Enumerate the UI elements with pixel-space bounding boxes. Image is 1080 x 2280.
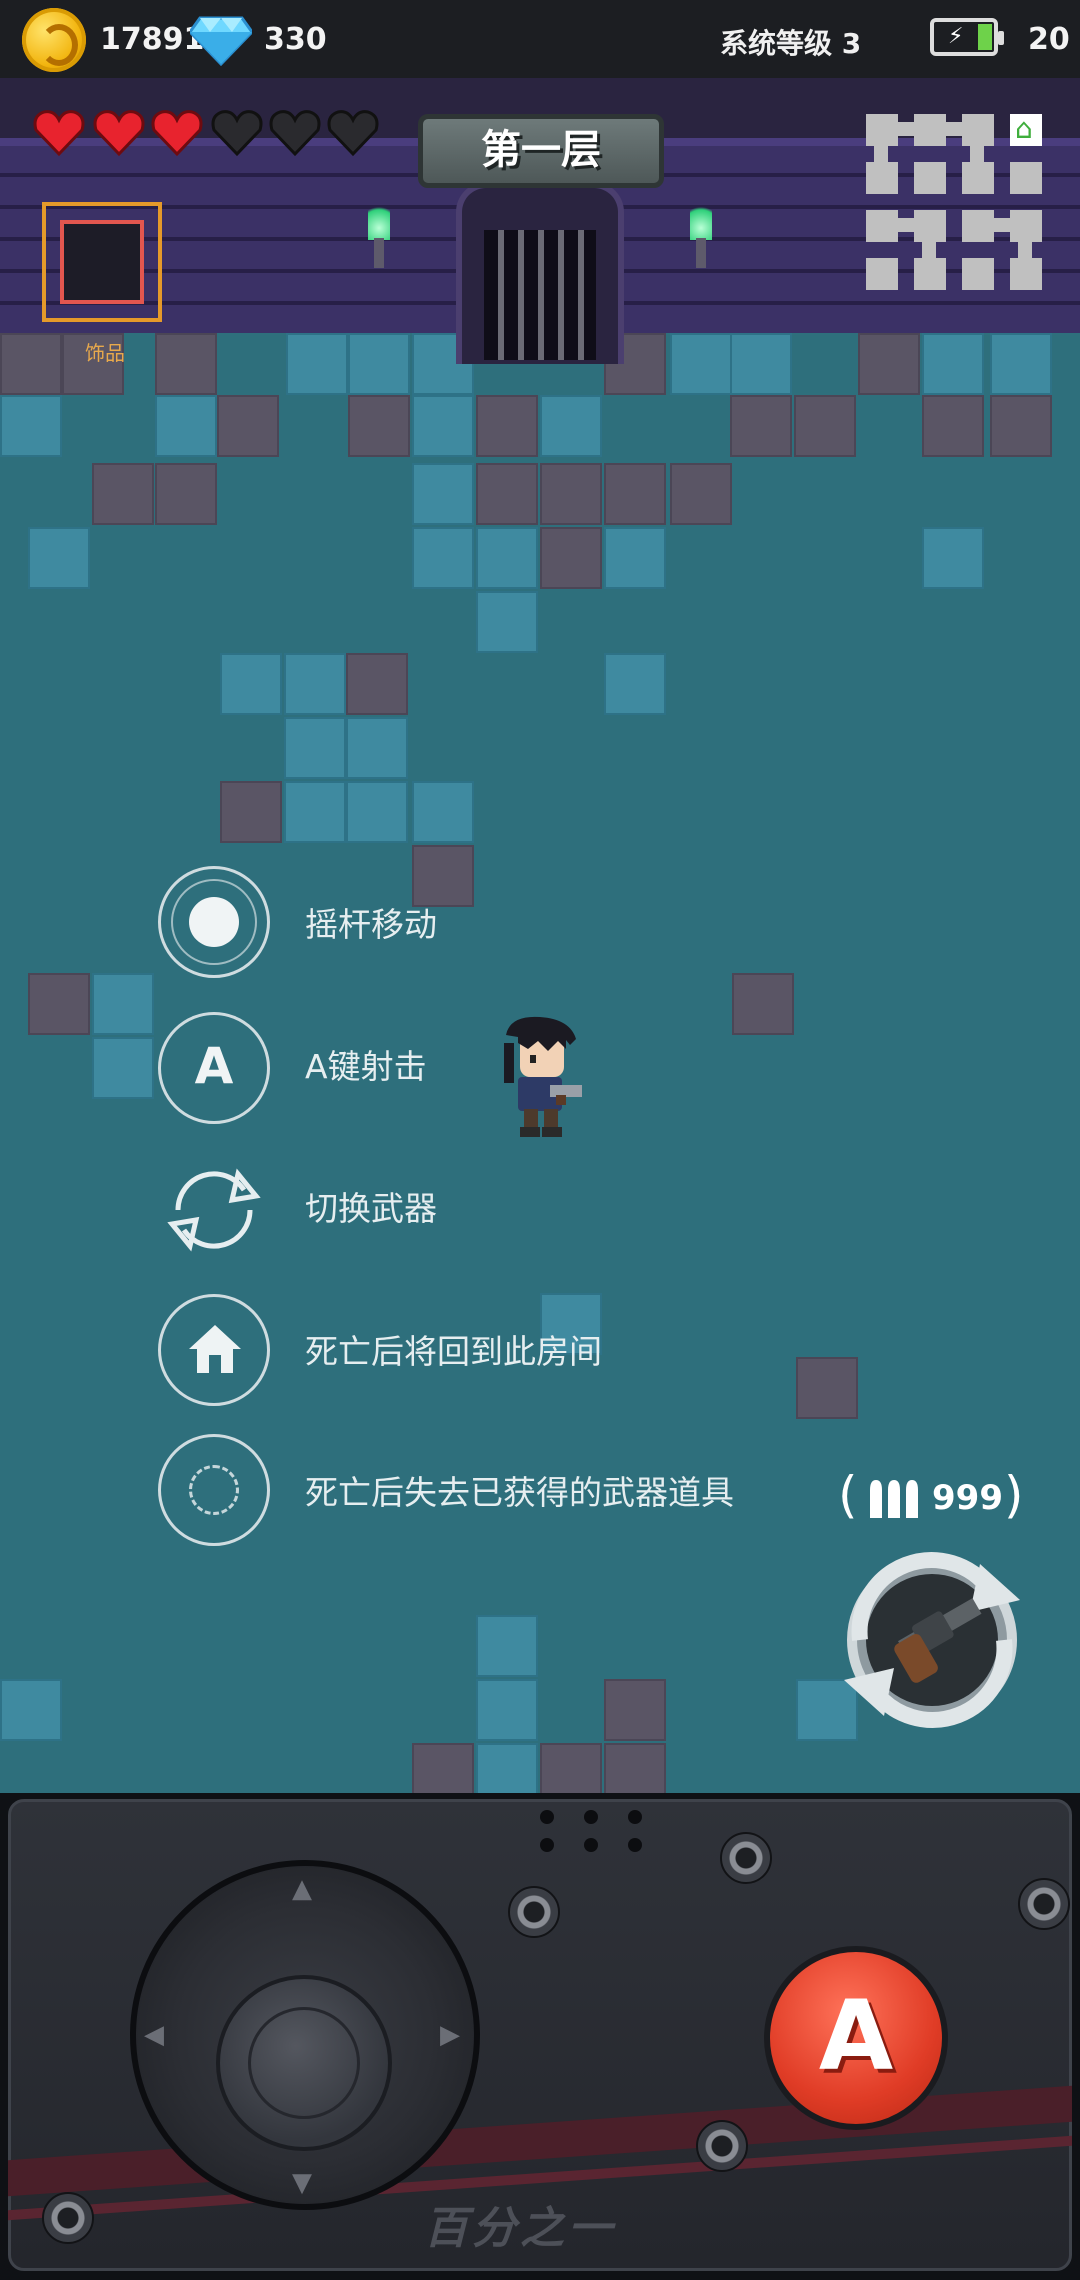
gem-count: 330 (264, 22, 327, 57)
home-room-icon (1010, 112, 1042, 146)
heart-empty-icon (211, 110, 263, 157)
a-button-hint-icon: A (158, 1012, 270, 1124)
hint-shoot-label: A键射击 (305, 1047, 427, 1086)
joystick-left-arrow-icon: ◀ (144, 2020, 164, 2050)
ammo-count: 999 (932, 1478, 1003, 1518)
minimap[interactable] (864, 112, 1044, 292)
torch-icon (364, 200, 394, 270)
player-character (504, 1016, 582, 1137)
status-bar: 17891 330 系统等级 3 ⚡ 20 (0, 0, 1080, 78)
screw-icon (508, 1886, 560, 1938)
coin-icon (22, 8, 86, 72)
hint-lose-items-label: 死亡后失去已获得的武器道具 (305, 1473, 734, 1512)
heart-empty-icon (327, 110, 379, 157)
heart-empty-icon (269, 110, 321, 157)
joystick-knob[interactable] (216, 1975, 392, 2151)
heart-full-icon (93, 110, 145, 157)
joystick-up-arrow-icon: ▲ (292, 1874, 312, 1904)
weapon-switch-button[interactable] (820, 1540, 1042, 1740)
joystick-right-arrow-icon: ▶ (440, 2020, 460, 2050)
screw-icon (696, 2120, 748, 2172)
screw-icon (1018, 1878, 1070, 1930)
a-fire-button[interactable]: A (764, 1946, 948, 2130)
coin-count: 17891 (100, 22, 205, 57)
speaker-dots (540, 1810, 650, 1856)
dungeon-gate (456, 182, 624, 364)
screw-icon (42, 2192, 94, 2244)
diamond-icon (190, 16, 252, 66)
joystick-hint-icon (158, 866, 270, 978)
ammo-counter: ( 999 ) (838, 1466, 1024, 1524)
heart-full-icon (33, 110, 85, 157)
system-level: 系统等级 3 (720, 27, 862, 60)
energy-count: 20 (1028, 22, 1070, 57)
joystick-down-arrow-icon: ▼ (292, 2168, 312, 2198)
dashed-circle-hint-icon (158, 1434, 270, 1546)
floor-title: 第一层 (418, 114, 664, 188)
hint-switch-label: 切换武器 (305, 1189, 437, 1228)
home-hint-icon (158, 1294, 270, 1406)
screw-icon (720, 1832, 772, 1884)
accessory-label: 饰品 (85, 341, 125, 365)
heart-full-icon (151, 110, 203, 157)
accessory-slot[interactable] (42, 202, 162, 322)
hint-respawn-label: 死亡后将回到此房间 (305, 1332, 602, 1371)
brand-logo: 百分之一 (424, 2203, 616, 2254)
torch-icon (686, 200, 716, 270)
switch-weapon-hint-icon (167, 1168, 261, 1252)
bullets-icon (870, 1480, 918, 1518)
hint-move-label: 摇杆移动 (305, 905, 437, 944)
battery-icon: ⚡ (930, 18, 1004, 56)
